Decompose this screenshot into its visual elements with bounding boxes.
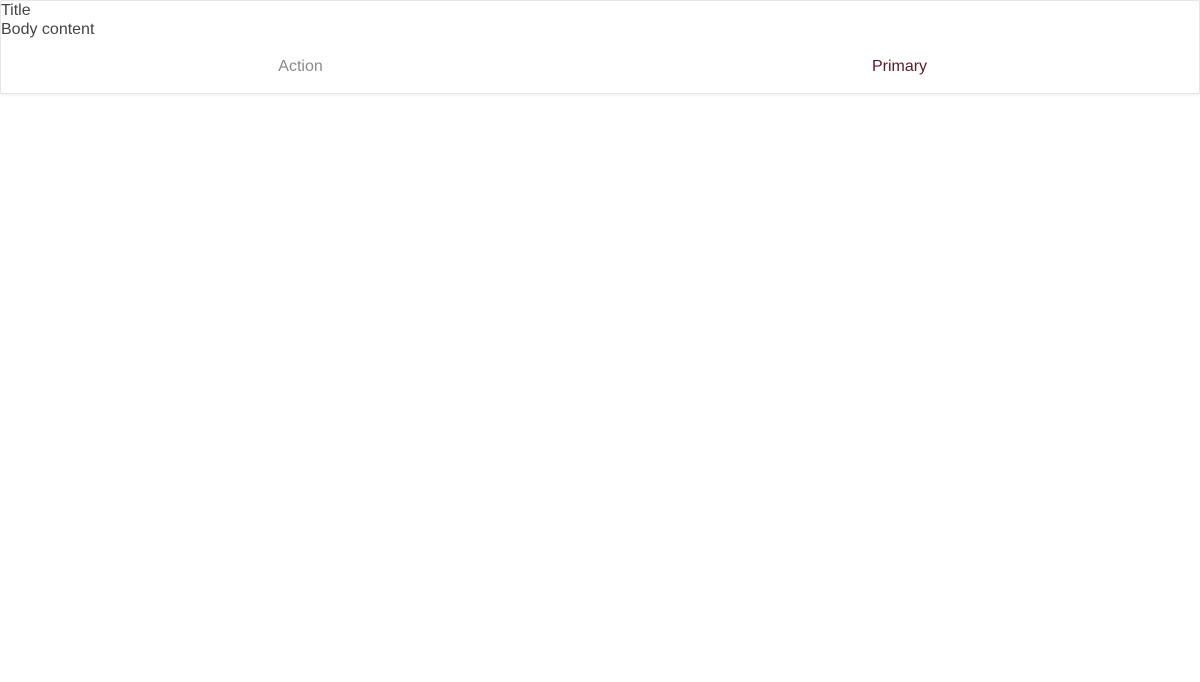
primary-button[interactable]: Primary xyxy=(600,46,1199,88)
card-body: Body content xyxy=(1,21,95,38)
dialog-card: Title Body content Action Primary xyxy=(0,0,1200,94)
card-actions: Action Primary xyxy=(1,46,1199,88)
card-title: Title xyxy=(1,2,31,19)
action-button[interactable]: Action xyxy=(1,46,600,88)
